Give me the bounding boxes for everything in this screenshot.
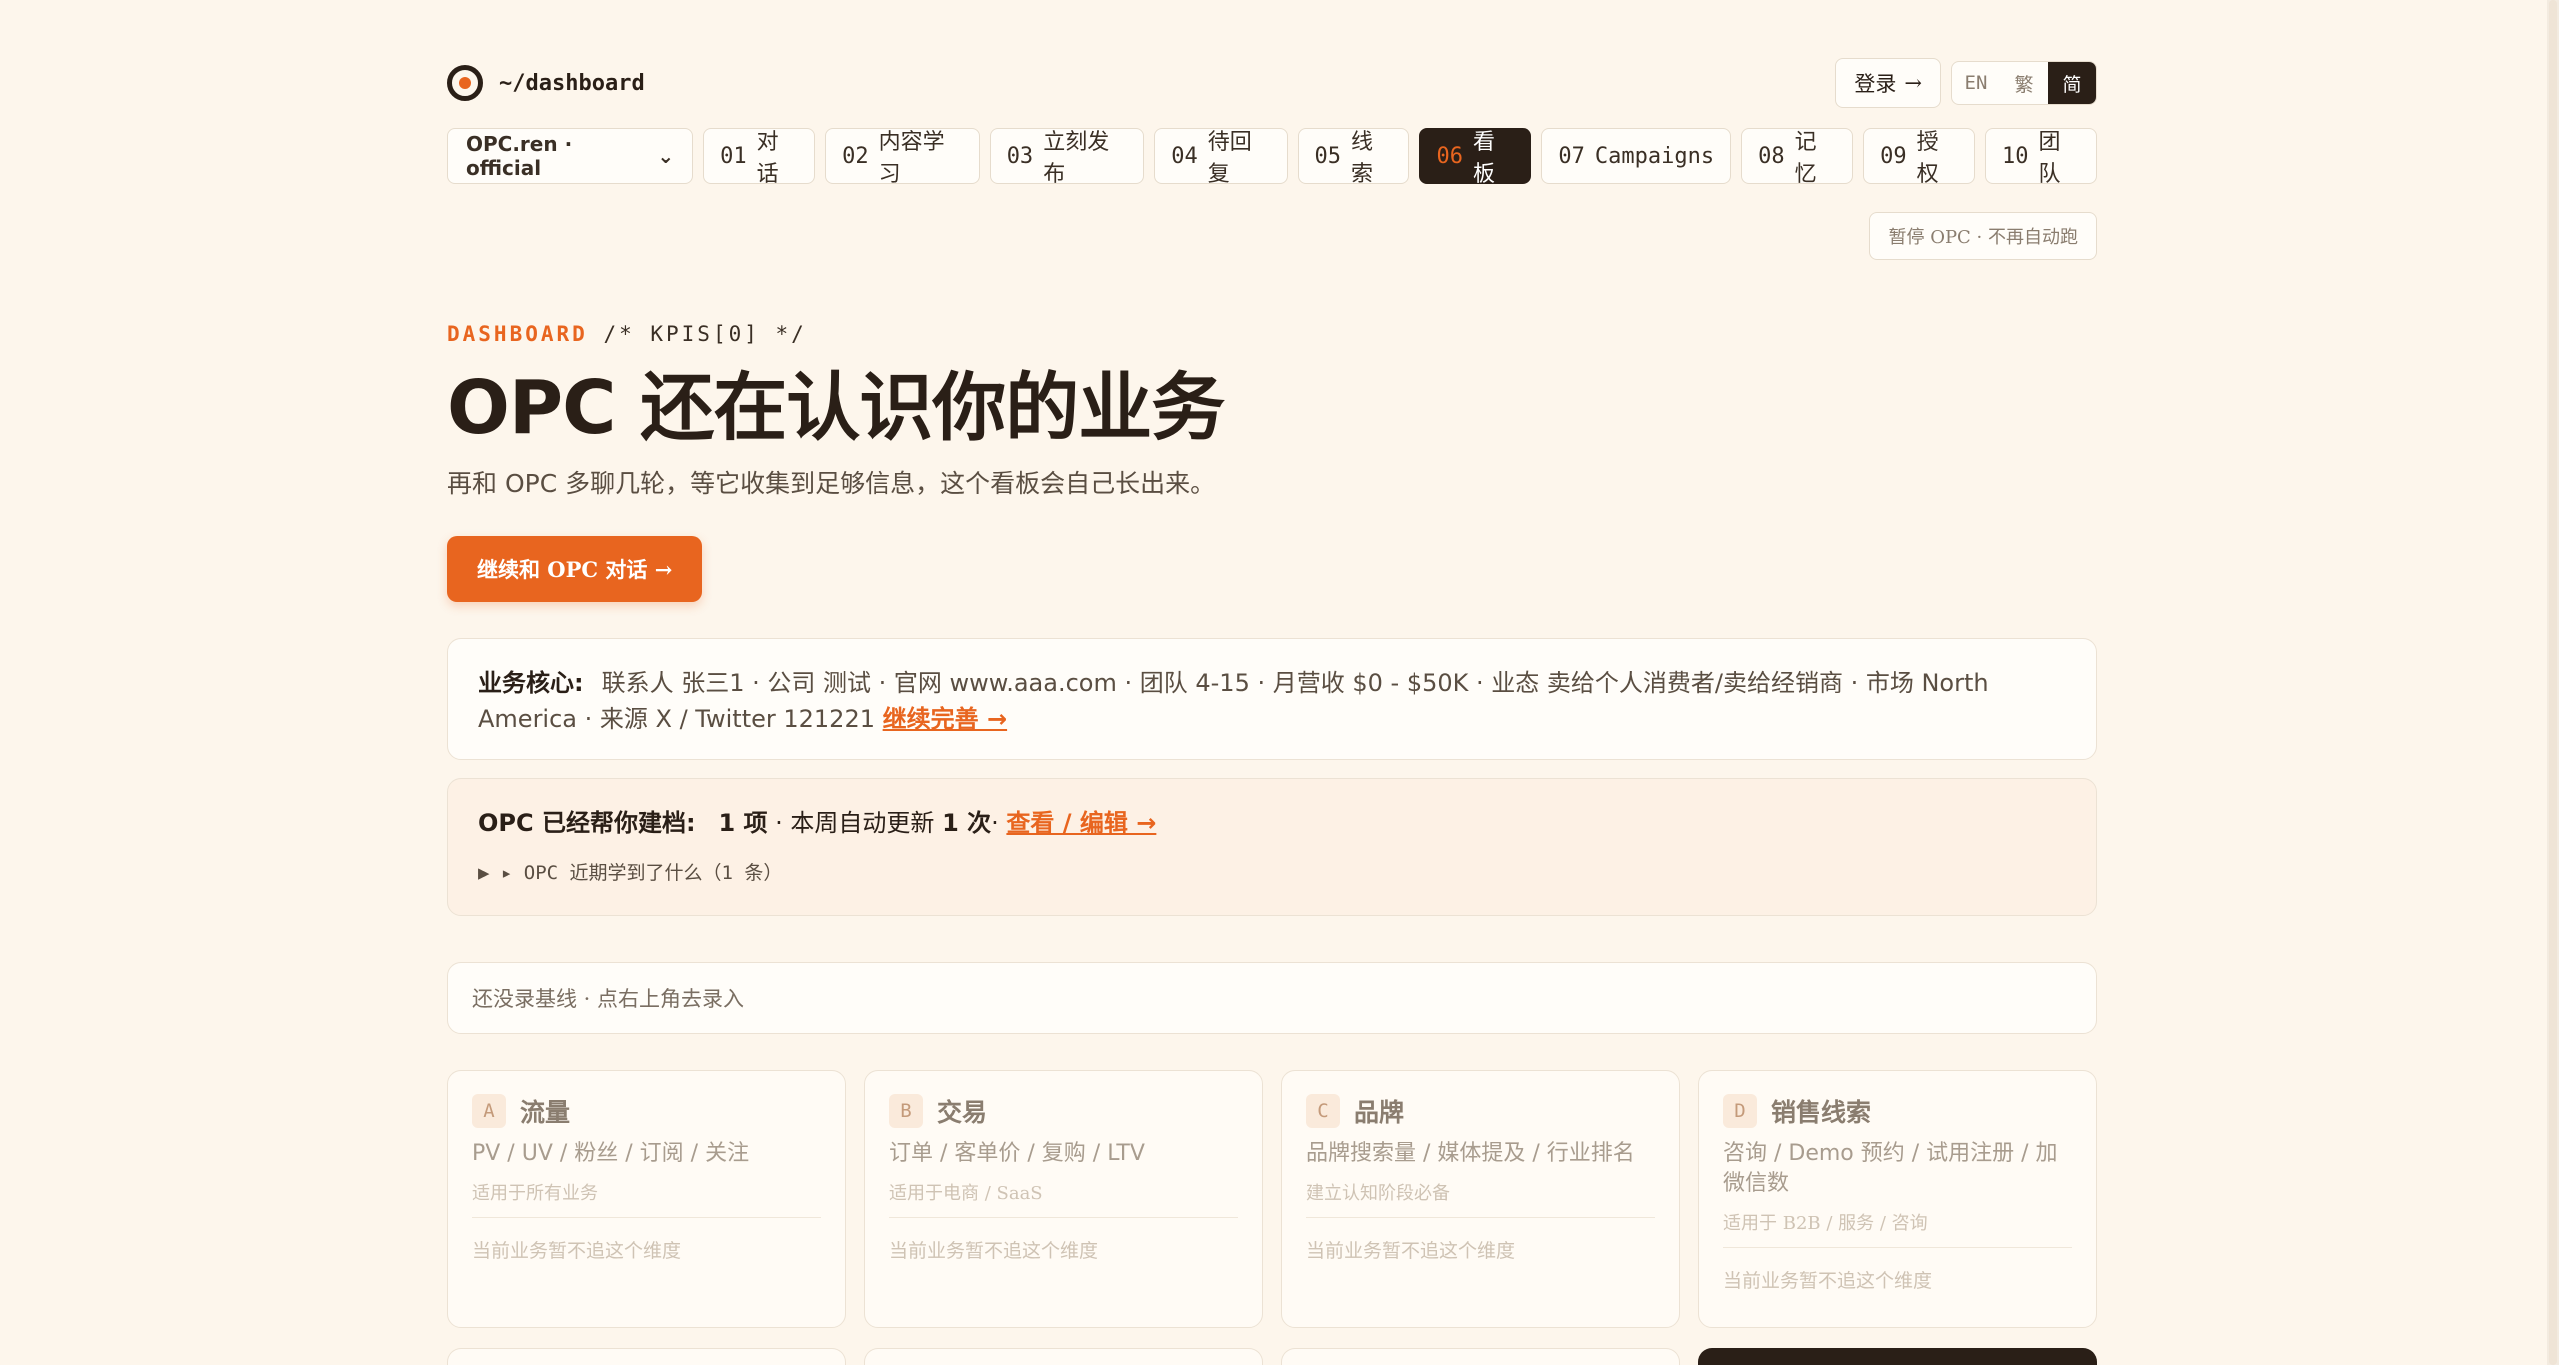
business-core-card: 业务核心: 联系人 张三1 · 公司 测试 · 官网 www.aaa.com · … xyxy=(447,638,2097,760)
lang-simplified[interactable]: 简 xyxy=(2048,62,2096,104)
business-core-label: 业务核心: xyxy=(478,669,584,697)
dimension-title: 品牌 xyxy=(1354,1098,1405,1127)
continue-chat-button[interactable]: 继续和 OPC 对话 → xyxy=(447,536,703,602)
dimension-fit: 适用于所有业务 xyxy=(472,1179,821,1218)
login-button[interactable]: 登录 → xyxy=(1835,58,1941,108)
archive-label: OPC 已经帮你建档: xyxy=(478,809,696,837)
dimension-letter: C xyxy=(1306,1094,1340,1128)
brand[interactable]: ~/dashboard xyxy=(447,65,645,101)
language-switcher: EN 繁 简 xyxy=(1951,61,2097,105)
tab-pending-reply[interactable]: 04 待回复 xyxy=(1154,128,1288,187)
main-nav: OPC.ren · official ⌄ 01 对话 02 内容学习 03 立刻发布 … xyxy=(447,128,2097,187)
dimension-fit: 适用于电商 / SaaS xyxy=(889,1179,1238,1218)
page-subtitle: 再和 OPC 多聊几轮，等它收集到足够信息，这个看板会自己长出来。 xyxy=(447,469,1216,498)
tab-memory[interactable]: 08 记忆 xyxy=(1741,128,1854,187)
dimension-status: 当前业务暂不追这个维度 xyxy=(1306,1240,1516,1262)
dimension-card-traffic[interactable]: A 流量 PV / UV / 粉丝 / 订阅 / 关注 适用于所有业务 当前业务… xyxy=(447,1070,846,1328)
view-edit-link[interactable]: 查看 / 编辑 → xyxy=(1006,809,1156,837)
tab-team[interactable]: 10 团队 xyxy=(1985,128,2097,187)
dimension-title: 流量 xyxy=(520,1098,571,1127)
tab-dashboard[interactable]: 06 看板 xyxy=(1419,128,1532,187)
dimension-letter: D xyxy=(1723,1094,1757,1128)
dimension-metrics: 品牌搜索量 / 媒体提及 / 行业排名 xyxy=(1306,1141,1635,1166)
dimension-status: 当前业务暂不追这个维度 xyxy=(1723,1270,1933,1292)
page-title: OPC 还在认识你的业务 xyxy=(447,365,1225,451)
lang-en[interactable]: EN xyxy=(1952,62,2000,104)
dimension-letter: A xyxy=(472,1094,506,1128)
pause-opc-button[interactable]: 暂停 OPC · 不再自动跑 xyxy=(1869,212,2097,260)
card-partial xyxy=(447,1348,846,1365)
lang-traditional[interactable]: 繁 xyxy=(2000,62,2048,104)
dimension-metrics: 订单 / 客单价 / 复购 / LTV xyxy=(889,1141,1145,1166)
archive-updates: 1 次 xyxy=(942,809,992,837)
dimension-title: 销售线索 xyxy=(1771,1098,1872,1127)
dimension-status: 当前业务暂不追这个维度 xyxy=(889,1240,1099,1262)
dimension-fit: 适用于 B2B / 服务 / 咨询 xyxy=(1723,1209,2072,1248)
tab-publish-now[interactable]: 03 立刻发布 xyxy=(989,128,1145,187)
dimension-card-sales-leads[interactable]: D 销售线索 咨询 / Demo 预约 / 试用注册 / 加微信数 适用于 B2… xyxy=(1698,1070,2097,1328)
dimension-card-brand[interactable]: C 品牌 品牌搜索量 / 媒体提及 / 行业排名 建立认知阶段必备 当前业务暂不… xyxy=(1281,1070,1680,1328)
tab-content-learning[interactable]: 02 内容学习 xyxy=(825,128,980,187)
dimension-grid: A 流量 PV / UV / 粉丝 / 订阅 / 关注 适用于所有业务 当前业务… xyxy=(447,1070,2097,1328)
org-selector[interactable]: OPC.ren · official ⌄ xyxy=(447,128,694,184)
tab-authorization[interactable]: 09 授权 xyxy=(1863,128,1976,187)
opc-logo-icon[interactable] xyxy=(447,65,483,101)
learned-toggle[interactable]: ▶ ▸ OPC 近期学到了什么（1 条） xyxy=(478,858,2066,885)
continue-improve-link[interactable]: 继续完善 → xyxy=(883,705,1007,733)
chevron-down-icon: ⌄ xyxy=(657,144,675,168)
arrow-right-icon: → xyxy=(1904,71,1922,95)
next-row-cards xyxy=(447,1348,2097,1365)
card-partial-dark xyxy=(1698,1348,2097,1365)
tab-chat[interactable]: 01 对话 xyxy=(703,128,816,187)
breadcrumb: ~/dashboard xyxy=(499,70,645,96)
baseline-notice[interactable]: 还没录基线 · 点右上角去录入 xyxy=(447,962,2097,1034)
dimension-metrics: PV / UV / 粉丝 / 订阅 / 关注 xyxy=(472,1141,750,1166)
dimension-fit: 建立认知阶段必备 xyxy=(1306,1179,1655,1218)
top-bar: ~/dashboard 登录 → EN 繁 简 xyxy=(447,58,2097,108)
tab-campaigns[interactable]: 07 Campaigns xyxy=(1541,128,1732,184)
dimension-card-transaction[interactable]: B 交易 订单 / 客单价 / 复购 / LTV 适用于电商 / SaaS 当前… xyxy=(864,1070,1263,1328)
page-scrollbar[interactable] xyxy=(2547,0,2559,1365)
dimension-status: 当前业务暂不追这个维度 xyxy=(472,1240,682,1262)
scrollbar-thumb[interactable] xyxy=(2549,0,2557,1365)
card-partial xyxy=(864,1348,1263,1365)
eyebrow: DASHBOARD /* KPIS[0] */ xyxy=(447,322,807,346)
card-partial xyxy=(1281,1348,1680,1365)
business-core-text: 联系人 张三1 · 公司 测试 · 官网 www.aaa.com · 团队 4-… xyxy=(478,669,1989,733)
archive-count: 1 项 xyxy=(718,809,768,837)
archive-card: OPC 已经帮你建档: 1 项 · 本周自动更新 1 次· 查看 / 编辑 → … xyxy=(447,778,2097,916)
tab-leads[interactable]: 05 线索 xyxy=(1297,128,1410,187)
dimension-title: 交易 xyxy=(937,1098,988,1127)
dimension-letter: B xyxy=(889,1094,923,1128)
dimension-metrics: 咨询 / Demo 预约 / 试用注册 / 加微信数 xyxy=(1723,1141,2058,1196)
